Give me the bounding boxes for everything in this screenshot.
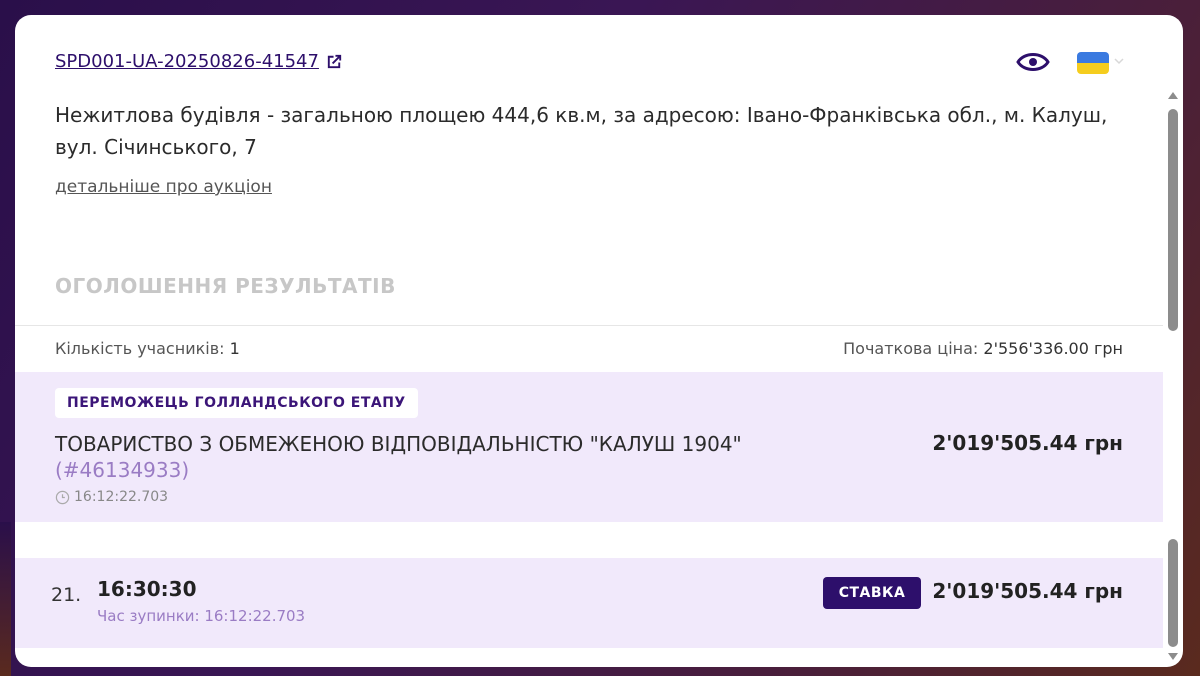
scroll-down-icon[interactable] (1168, 653, 1178, 661)
scrollbar[interactable] (1163, 85, 1183, 667)
participants-value: 1 (229, 339, 240, 358)
winner-id: (#46134933) (55, 458, 190, 482)
scroll-thumb-lower[interactable] (1168, 539, 1178, 647)
bid-index: 21. (51, 584, 82, 606)
winner-time: 16:12:22.703 (55, 489, 168, 505)
winner-panel: ПЕРЕМОЖЕЦЬ ГОЛЛАНДСЬКОГО ЕТАПУ ТОВАРИСТВ… (15, 372, 1163, 522)
auction-stats: Кількість учасників: 1 Початкова ціна: 2… (15, 326, 1163, 372)
scroll-up-icon[interactable] (1168, 91, 1178, 99)
lot-description: Нежитлова будівля - загальною площею 444… (55, 103, 1108, 159)
bid-amount: 2'019'505.44 грн (932, 579, 1123, 603)
results-section-title: ОГОЛОШЕННЯ РЕЗУЛЬТАТІВ (55, 274, 396, 298)
auction-details-link[interactable]: детальніше про аукціон (55, 177, 272, 197)
external-link-icon (327, 54, 342, 69)
scroll-thumb[interactable] (1168, 109, 1178, 331)
bid-stop-time: Час зупинки: 16:12:22.703 (97, 607, 306, 625)
start-price-label: Початкова ціна: (843, 339, 979, 358)
bid-badge: СТАВКА (823, 577, 921, 609)
participants-count: Кількість учасників: 1 (55, 339, 240, 358)
bid-row: 21. 16:30:30 Час зупинки: 16:12:22.703 С… (15, 558, 1163, 648)
background-edge (0, 522, 11, 676)
start-price-value: 2'556'336.00 грн (983, 339, 1123, 358)
participants-label: Кількість учасників: (55, 339, 225, 358)
winner-time-text: 16:12:22.703 (74, 489, 169, 505)
auction-id-link[interactable]: SPD001-UA-20250826-41547 (55, 51, 344, 72)
eye-icon[interactable] (1016, 49, 1050, 75)
clock-icon (55, 490, 70, 504)
auction-card: SPD001-UA-20250826-41547 Нежитлова будів… (15, 15, 1183, 667)
ukraine-flag-icon[interactable] (1077, 52, 1109, 74)
winner-amount: 2'019'505.44 грн (932, 431, 1123, 455)
winner-name: ТОВАРИСТВО З ОБМЕЖЕНОЮ ВІДПОВІДАЛЬНІСТЮ … (55, 432, 742, 456)
bid-time: 16:30:30 (97, 577, 197, 601)
start-price: Початкова ціна: 2'556'336.00 грн (843, 339, 1123, 358)
auction-id-text: SPD001-UA-20250826-41547 (55, 51, 319, 72)
chevron-down-icon[interactable] (1113, 55, 1125, 67)
winner-badge: ПЕРЕМОЖЕЦЬ ГОЛЛАНДСЬКОГО ЕТАПУ (55, 388, 418, 418)
auction-header: SPD001-UA-20250826-41547 Нежитлова будів… (15, 15, 1163, 325)
